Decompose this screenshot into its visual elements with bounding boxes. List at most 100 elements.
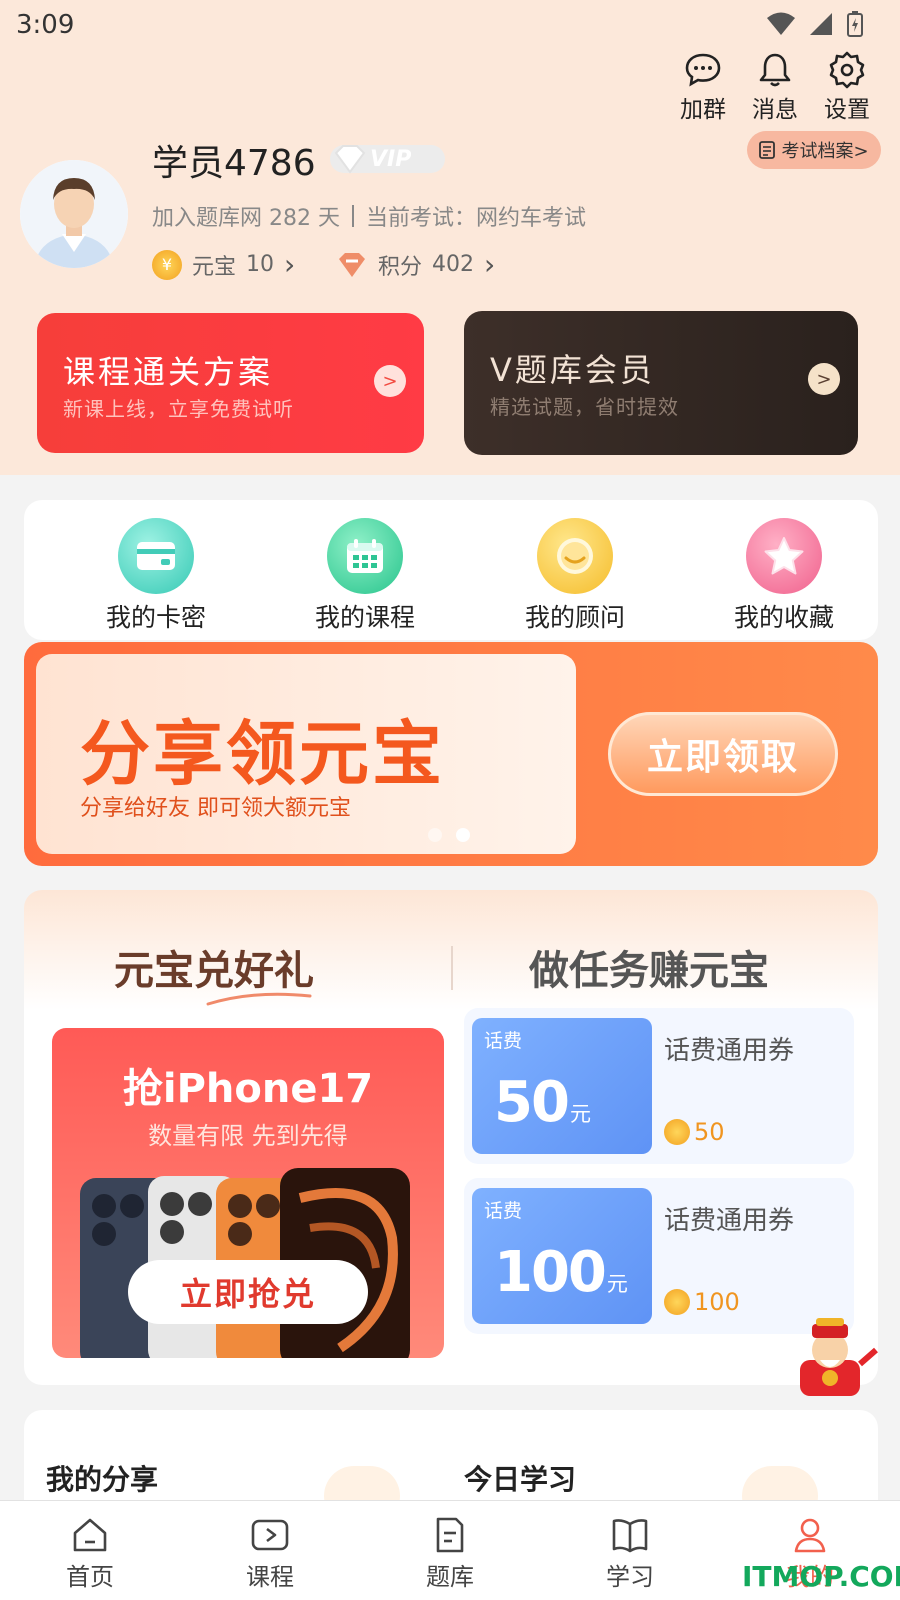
- avatar[interactable]: [20, 160, 128, 268]
- divider: [351, 205, 354, 227]
- phones-illustration: [80, 1168, 410, 1358]
- user-avatar-icon: [20, 160, 128, 268]
- coupon-unit: 元: [569, 1102, 591, 1126]
- carousel-dots[interactable]: [428, 828, 470, 842]
- nav-question-bank[interactable]: 题库: [360, 1501, 540, 1600]
- my-favorites[interactable]: 我的收藏: [714, 518, 854, 634]
- vip-membership-card[interactable]: V题库会员 精选试题，省时提效 >: [464, 311, 858, 455]
- nav-home[interactable]: 首页: [0, 1501, 180, 1600]
- messages-button[interactable]: 消息: [750, 50, 800, 124]
- banner-subtitle: 分享给好友 即可领大额元宝: [80, 796, 351, 821]
- chevron-right-icon: >: [374, 365, 406, 397]
- gem-icon: [339, 252, 365, 277]
- coupon-price: 50: [664, 1118, 725, 1146]
- course-plan-subtitle: 新课上线，立享免费试听: [63, 397, 294, 421]
- chat-bubble-icon: [685, 53, 721, 87]
- points-label: 积分: [378, 254, 423, 280]
- my-advisor-label: 我的顾问: [524, 603, 625, 632]
- diamond-icon: [334, 145, 366, 174]
- username: 学员4786: [152, 143, 316, 184]
- points-stat[interactable]: 积分 402 ›: [336, 248, 495, 281]
- coupon-tag: 话费: [484, 1200, 523, 1222]
- nav-courses[interactable]: 课程: [180, 1501, 360, 1600]
- coupon-amount: 100元: [494, 1240, 628, 1305]
- coupon-name: 话费通用券: [664, 1036, 795, 1066]
- carousel-dot-active[interactable]: [456, 828, 470, 842]
- my-card-key-label: 我的卡密: [105, 603, 206, 632]
- coins-value: 10: [246, 252, 275, 277]
- coupon-name: 话费通用券: [664, 1206, 795, 1236]
- status-icons: [766, 10, 864, 38]
- coupon-50[interactable]: 话费 50元 话费通用券 50: [464, 1008, 854, 1164]
- settings-button[interactable]: 设置: [822, 50, 872, 124]
- coupon-amount: 50元: [494, 1070, 591, 1135]
- chevron-right-icon: ›: [484, 248, 496, 281]
- coin-icon: ¥: [152, 249, 182, 280]
- play-icon: [251, 1519, 289, 1551]
- promo-subtitle: 数量有限 先到先得: [148, 1122, 348, 1150]
- join-group-label: 加群: [680, 97, 726, 123]
- document-icon: [759, 141, 776, 159]
- coupon-face: 话费 50元: [472, 1018, 652, 1154]
- nav-study-label: 学习: [606, 1563, 654, 1591]
- iphone-promo[interactable]: 抢iPhone17 数量有限 先到先得 立即抢兑: [52, 1028, 444, 1358]
- coupon-100[interactable]: 话费 100元 话费通用券 100: [464, 1178, 854, 1334]
- calendar-icon: [327, 518, 403, 594]
- coupon-amount-value: 100: [494, 1240, 607, 1305]
- my-courses[interactable]: 我的课程: [295, 518, 435, 634]
- fortune-god-mascot-icon[interactable]: [780, 1316, 880, 1396]
- rewards-section: 元宝兑好礼 做任务赚元宝 抢iPhone17 数量有限 先到先得 立即抢兑 话费…: [24, 890, 878, 1385]
- gear-icon: [829, 51, 865, 89]
- exam-archive-button[interactable]: 考试档案>: [747, 131, 881, 169]
- nav-courses-label: 课程: [246, 1563, 294, 1591]
- chevron-right-icon: ›: [284, 248, 296, 281]
- course-plan-card[interactable]: 课程通关方案 新课上线，立享免费试听 >: [37, 313, 424, 453]
- current-exam[interactable]: 当前考试：网约车考试: [366, 200, 586, 232]
- wifi-icon: [767, 12, 795, 35]
- carousel-dot[interactable]: [428, 828, 442, 842]
- exam-archive-label: 考试档案>: [781, 141, 869, 162]
- tab-underline-swoosh: [206, 992, 312, 1006]
- nav-study[interactable]: 学习: [540, 1501, 720, 1600]
- coupon-price: 100: [664, 1288, 740, 1316]
- coupon-face: 话费 100元: [472, 1188, 652, 1324]
- my-card-key[interactable]: 我的卡密: [86, 518, 226, 634]
- join-group-button[interactable]: 加群: [678, 50, 728, 124]
- joined-days: 加入题库网 282 天: [152, 206, 340, 231]
- coupon-price-value: 100: [694, 1288, 740, 1316]
- my-share-title[interactable]: 我的分享: [46, 1458, 158, 1498]
- coupon-price-value: 50: [694, 1118, 725, 1146]
- coupon-amount-value: 50: [494, 1070, 570, 1135]
- course-plan-title: 课程通关方案: [63, 353, 274, 391]
- settings-label: 设置: [824, 97, 870, 123]
- claim-now-button[interactable]: 立即领取: [608, 712, 838, 796]
- chat-face-icon: [537, 518, 613, 594]
- bell-icon: [759, 53, 791, 87]
- coin-icon: [664, 1289, 690, 1315]
- my-courses-label: 我的课程: [314, 603, 415, 632]
- coin-icon: [664, 1119, 690, 1145]
- coupon-unit: 元: [606, 1272, 628, 1296]
- user-meta: 加入题库网 282 天 当前考试：网约车考试: [152, 200, 586, 232]
- tab-earn-tasks[interactable]: 做任务赚元宝: [529, 938, 769, 996]
- redeem-now-button[interactable]: 立即抢兑: [128, 1260, 368, 1324]
- coins-stat[interactable]: ¥ 元宝 10 ›: [152, 248, 295, 281]
- watermark: ITMOP.COM: [742, 1560, 900, 1593]
- quick-links: 我的卡密 我的课程 我的顾问 我的收藏: [24, 500, 878, 640]
- nav-question-bank-label: 题库: [426, 1563, 474, 1591]
- card-icon: [118, 518, 194, 594]
- home-icon: [73, 1518, 107, 1552]
- points-value: 402: [432, 252, 475, 277]
- share-banner[interactable]: 分享领元宝 分享给好友 即可领大额元宝 立即领取: [24, 642, 878, 866]
- my-advisor[interactable]: 我的顾问: [505, 518, 645, 634]
- promo-title: 抢iPhone17: [122, 1066, 374, 1112]
- question-bank-icon: [436, 1517, 464, 1553]
- messages-label: 消息: [752, 97, 798, 123]
- coupon-tag: 话费: [484, 1030, 523, 1052]
- star-icon: [746, 518, 822, 594]
- profile-icon: [794, 1518, 826, 1553]
- today-study-title[interactable]: 今日学习: [464, 1458, 576, 1498]
- banner-title: 分享领元宝: [80, 713, 445, 795]
- vip-membership-title: V题库会员: [490, 351, 655, 389]
- tab-divider: [451, 946, 453, 990]
